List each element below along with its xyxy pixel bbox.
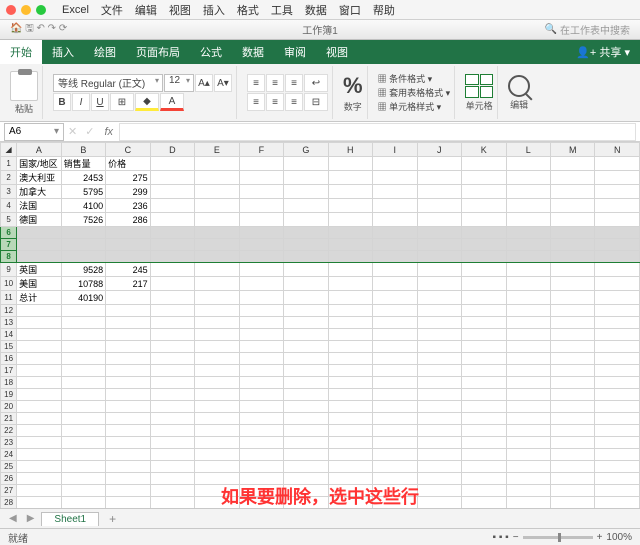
font-group: 等线 Regular (正文) 12 A▴ A▾ B I U ⊞ ◆ A [49,66,237,119]
mac-menu-item[interactable]: 视图 [165,2,195,18]
align-top[interactable]: ≡ [247,74,265,92]
increase-font-button[interactable]: A▴ [195,74,213,92]
align-left[interactable]: ≡ [247,93,265,111]
align-bot[interactable]: ≡ [285,74,303,92]
zoom-slider [523,536,593,539]
mac-menu-item[interactable]: 编辑 [131,2,161,18]
border-button[interactable]: ⊞ [110,93,134,111]
nav-prev[interactable]: ◀ [6,513,20,524]
tab-view[interactable]: 视图 [316,40,358,64]
table-format[interactable]: ▦ 套用表格格式 ▾ [378,86,451,99]
clipboard-group: 粘贴 [6,66,43,119]
ribbon-tabs: 开始 插入 绘图 页面布局 公式 数据 审阅 视图 👤+ 共享 ▾ [0,40,640,64]
spreadsheet-grid[interactable]: ◢ABCDEFGHIJKLMN1国家/地区销售量价格2澳大利亚24532753加… [0,142,640,508]
merge[interactable]: ⊟ [304,93,328,111]
number-group: % 数字 [339,66,368,119]
ribbon: 粘贴 等线 Regular (正文) 12 A▴ A▾ B I U ⊞ ◆ A … [0,64,640,122]
tab-insert[interactable]: 插入 [42,40,84,64]
formula-input[interactable] [119,123,636,141]
align-mid[interactable]: ≡ [266,74,284,92]
align-ctr[interactable]: ≡ [266,93,284,111]
styles-group: ▦ 条件格式 ▾ ▦ 套用表格格式 ▾ ▦ 单元格样式 ▾ [374,66,456,119]
mac-menu-item[interactable]: 格式 [233,2,263,18]
annotation-caption: 如果要删除，选中这些行 [221,483,419,509]
fx-icon[interactable]: fx [98,126,119,138]
window-controls[interactable] [6,5,46,15]
share-button[interactable]: 👤+ 共享 ▾ [566,44,640,60]
cell-styles[interactable]: ▦ 单元格样式 ▾ [378,100,442,113]
align-right[interactable]: ≡ [285,93,303,111]
mac-menu-item[interactable]: 插入 [199,2,229,18]
zoom-controls[interactable]: ▪ ▪ ▪−+ 100% [493,532,632,543]
name-box[interactable]: A6▾ [4,123,64,141]
sheet-tab[interactable]: Sheet1 [41,512,99,526]
search-icon[interactable] [508,75,530,97]
mac-menu-item[interactable]: 工具 [267,2,297,18]
paste-icon[interactable] [10,71,38,101]
underline-button[interactable]: U [91,93,109,111]
tab-layout[interactable]: 页面布局 [126,40,190,64]
zoom-value: 100% [606,532,632,543]
title-bar: 🏠 🖫 ↶ ↷ ⟳ 工作簿1 🔍 在工作表中搜索 [0,20,640,40]
formula-bar: A6▾ ✕✓ fx [0,122,640,142]
edit-group: 编辑 [504,66,534,119]
sheet-tabs: ◀ ▶ Sheet1 + [0,508,640,528]
nav-next[interactable]: ▶ [24,513,38,524]
tab-formula[interactable]: 公式 [190,40,232,64]
mac-menu-item[interactable]: Excel [58,4,93,16]
tab-draw[interactable]: 绘图 [84,40,126,64]
status-text: 就绪 [8,530,28,545]
mac-menu-bar: Excel 文件 编辑 视图 插入 格式 工具 数据 窗口 帮助 [0,0,640,20]
mac-menu-item[interactable]: 文件 [97,2,127,18]
decrease-font-button[interactable]: A▾ [214,74,232,92]
add-sheet-button[interactable]: + [103,512,122,526]
wrap[interactable]: ↩ [304,74,328,92]
cond-format[interactable]: ▦ 条件格式 ▾ [378,72,433,85]
font-color-button[interactable]: A [160,93,184,111]
font-family-select[interactable]: 等线 Regular (正文) [53,74,163,92]
tab-home[interactable]: 开始 [0,40,42,64]
font-size-select[interactable]: 12 [164,74,194,92]
align-group: ≡≡≡↩ ≡≡≡⊟ [243,66,333,119]
mac-menu-item[interactable]: 数据 [301,2,331,18]
sheet-search[interactable]: 🔍 在工作表中搜索 [545,22,630,37]
bold-button[interactable]: B [53,93,71,111]
status-bar: 就绪 ▪ ▪ ▪−+ 100% [0,528,640,545]
doc-title: 工作簿1 [302,22,338,37]
tab-review[interactable]: 审阅 [274,40,316,64]
cells-icon[interactable] [465,74,493,98]
mac-menu-item[interactable]: 窗口 [335,2,365,18]
percent-icon[interactable]: % [343,73,363,99]
italic-button[interactable]: I [72,93,90,111]
tab-data[interactable]: 数据 [232,40,274,64]
quick-access[interactable]: 🏠 🖫 ↶ ↷ ⟳ [10,21,67,38]
fill-color-button[interactable]: ◆ [135,93,159,111]
cells-group: 单元格 [461,66,498,119]
mac-menu-item[interactable]: 帮助 [369,2,399,18]
